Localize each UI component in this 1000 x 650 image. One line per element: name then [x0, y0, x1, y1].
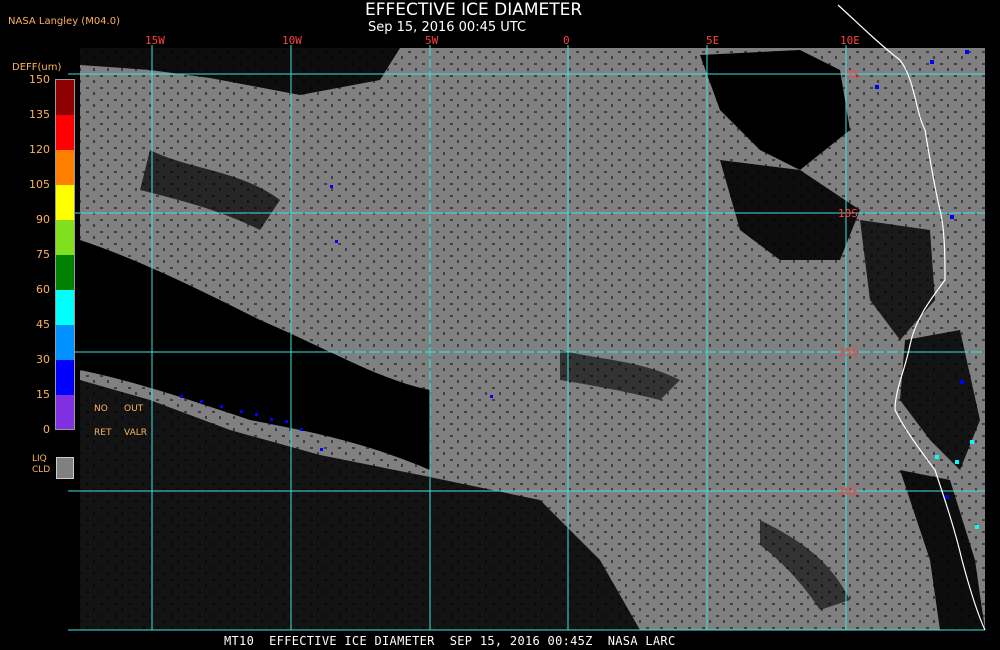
- legend-unit-label: DEFF(um): [12, 62, 62, 73]
- color-scale-bin: [56, 150, 74, 185]
- liquid-cloud-swatch: [56, 457, 74, 479]
- lon-label: 0: [563, 34, 570, 47]
- no-ret-label-line1: NO: [94, 404, 108, 414]
- color-scale-bin: [56, 325, 74, 360]
- liq-cld-label-line2: CLD: [32, 465, 51, 475]
- legend-tick: 135: [29, 108, 50, 121]
- lon-label: 10W: [282, 34, 302, 47]
- legend-tick: 45: [36, 318, 50, 331]
- map-canvas: 15W 10W 5W 0 5E 10E 5S 10S 15S 20S: [68, 4, 986, 631]
- legend-tick: 0: [43, 423, 50, 436]
- lat-label: 10S: [838, 207, 858, 220]
- lat-label: 15S: [838, 346, 858, 359]
- legend-tick: 120: [29, 143, 50, 156]
- product-title: EFFECTIVE ICE DIAMETER: [365, 0, 583, 20]
- color-scale-bin: [56, 395, 74, 430]
- out-valr-label-line1: OUT: [124, 404, 144, 414]
- legend-tick: 75: [36, 248, 50, 261]
- color-scale-bin: [56, 115, 74, 150]
- color-scale-bin: [56, 255, 74, 290]
- legend-tick: 15: [36, 388, 50, 401]
- legend-tick: 150: [29, 73, 50, 86]
- color-scale-bin: [56, 80, 74, 115]
- lat-label: 5S: [846, 68, 859, 81]
- color-scale-bin: [56, 220, 74, 255]
- lon-label: 5W: [425, 34, 439, 47]
- lon-label: 10E: [840, 34, 860, 47]
- legend-tick: 60: [36, 283, 50, 296]
- lon-label: 5E: [706, 34, 719, 47]
- footer-caption: MT10 EFFECTIVE ICE DIAMETER SEP 15, 2016…: [224, 634, 676, 648]
- out-valr-label-line2: VALR: [124, 428, 148, 438]
- lat-label: 20S: [838, 485, 858, 498]
- longitude-labels: 15W 10W 5W 0 5E 10E: [145, 34, 860, 47]
- color-scale-bin: [56, 185, 74, 220]
- product-timestamp: Sep 15, 2016 00:45 UTC: [368, 20, 527, 35]
- satellite-product-view: 15W 10W 5W 0 5E 10E 5S 10S 15S 20S NASA …: [0, 0, 1000, 650]
- legend-tick: 90: [36, 213, 50, 226]
- color-scale-bin: [56, 360, 74, 395]
- legend-tick: 30: [36, 353, 50, 366]
- legend-tick: 105: [29, 178, 50, 191]
- producer-label: NASA Langley (M04.0): [8, 16, 120, 27]
- color-scale-bin: [56, 290, 74, 325]
- liq-cld-label-line1: LIQ: [32, 454, 47, 464]
- lon-label: 15W: [145, 34, 165, 47]
- no-ret-label-line2: RET: [94, 428, 112, 438]
